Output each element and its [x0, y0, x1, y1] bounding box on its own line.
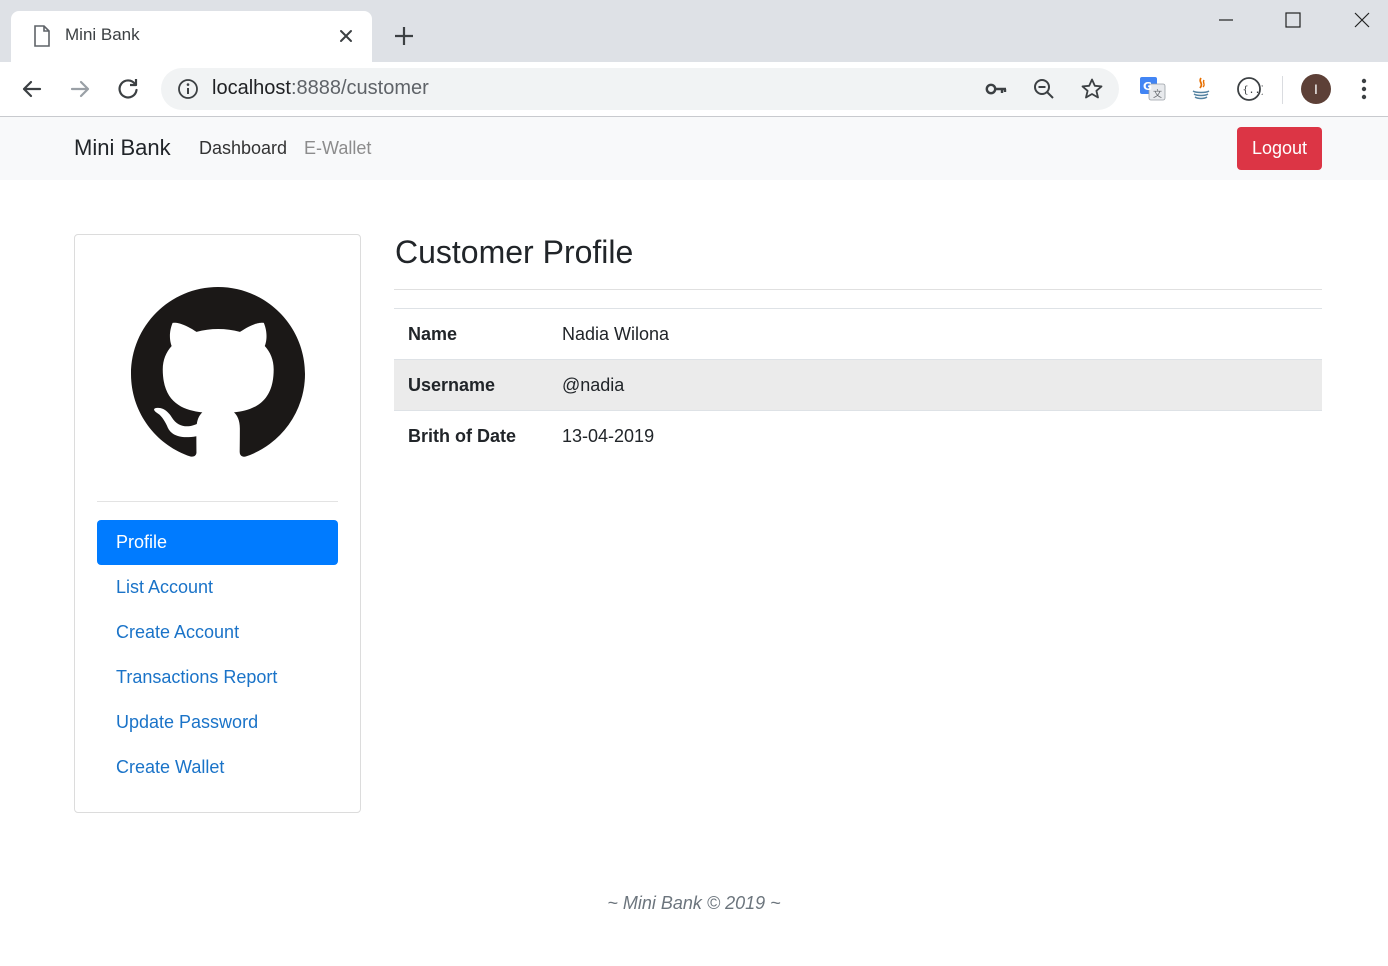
row-value: 13-04-2019 — [562, 425, 655, 446]
sidebar-item-profile[interactable]: Profile — [97, 520, 338, 565]
page-title: Customer Profile — [395, 234, 634, 270]
minimize-icon[interactable] — [1214, 8, 1238, 32]
nav-ewallet-link[interactable]: E-Wallet — [304, 138, 371, 159]
row-label: Brith of Date — [408, 425, 516, 446]
new-tab-icon[interactable] — [392, 24, 416, 48]
svg-text:{..}: {..} — [1243, 85, 1264, 96]
row-value: @nadia — [562, 374, 625, 395]
card-divider — [97, 501, 338, 502]
zoom-out-icon[interactable] — [1032, 77, 1056, 101]
browser-tabstrip: Mini Bank — [0, 0, 1388, 62]
svg-text:文: 文 — [1153, 88, 1162, 100]
nav-dashboard-link[interactable]: Dashboard — [199, 138, 287, 159]
toolbar-separator — [1282, 76, 1283, 104]
forward-arrow-icon[interactable] — [66, 75, 94, 103]
profile-avatar[interactable]: I — [1301, 74, 1331, 104]
url-path: :8888/customer — [290, 77, 429, 99]
logout-button[interactable]: Logout — [1237, 127, 1322, 170]
table-row: Username @nadia — [394, 359, 1322, 411]
reload-icon[interactable] — [114, 75, 142, 103]
page-footer: ~ Mini Bank © 2019 ~ — [607, 893, 781, 913]
sidebar-nav: Profile List Account Create Account Tran… — [97, 520, 338, 790]
sidebar-item-create-wallet[interactable]: Create Wallet — [97, 745, 338, 790]
table-row: Name Nadia Wilona — [394, 308, 1322, 360]
title-divider — [394, 289, 1322, 290]
maximize-icon[interactable] — [1281, 8, 1305, 32]
site-navbar: Mini Bank Dashboard E-Wallet Logout — [0, 117, 1388, 180]
tab-title: Mini Bank — [65, 25, 140, 44]
url-host: localhost — [212, 77, 291, 99]
sidebar-item-transactions-report[interactable]: Transactions Report — [97, 655, 338, 700]
row-label: Name — [408, 323, 458, 344]
sidebar-item-list-account[interactable]: List Account — [97, 565, 338, 610]
site-info-icon[interactable] — [177, 78, 199, 100]
browser-tab[interactable]: Mini Bank — [11, 11, 372, 62]
close-tab-icon[interactable] — [335, 25, 357, 47]
github-logo-icon — [131, 287, 305, 457]
row-value: Nadia Wilona — [562, 323, 670, 344]
json-viewer-icon[interactable]: {..} — [1235, 75, 1263, 103]
sidebar-item-create-account[interactable]: Create Account — [97, 610, 338, 655]
profile-table: Name Nadia Wilona Username @nadia Brith … — [394, 308, 1322, 462]
svg-text:G: G — [1143, 80, 1152, 93]
document-icon — [34, 25, 50, 47]
table-row: Brith of Date 13-04-2019 — [394, 410, 1322, 462]
navbar-brand[interactable]: Mini Bank — [74, 135, 171, 161]
row-label: Username — [408, 374, 496, 395]
google-translate-icon[interactable]: G 文 — [1139, 75, 1167, 103]
close-window-icon[interactable] — [1350, 8, 1374, 32]
key-icon[interactable] — [984, 77, 1008, 101]
browser-toolbar: localhost:8888/customer G 文 {..} I — [0, 62, 1388, 117]
url-text[interactable]: localhost:8888/customer — [212, 77, 429, 100]
bookmark-star-icon[interactable] — [1080, 77, 1104, 101]
java-icon[interactable] — [1187, 75, 1215, 103]
sidebar-item-update-password[interactable]: Update Password — [97, 700, 338, 745]
sidebar-card: Profile List Account Create Account Tran… — [74, 234, 361, 813]
back-arrow-icon[interactable] — [18, 75, 46, 103]
address-bar[interactable]: localhost:8888/customer — [161, 68, 1119, 110]
more-menu-icon[interactable] — [1352, 76, 1376, 102]
